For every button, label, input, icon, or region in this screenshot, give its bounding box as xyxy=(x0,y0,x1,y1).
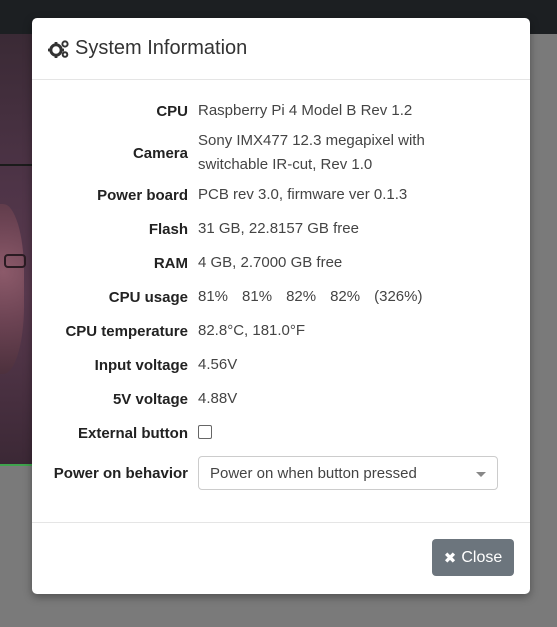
external-button-label: External button xyxy=(77,424,188,442)
cpu-total-usage: (326%) xyxy=(374,288,423,305)
row-power-board: Power board PCB rev 3.0, firmware ver 0.… xyxy=(32,178,530,212)
ram-value: 4 GB, 2.7000 GB free xyxy=(198,254,343,271)
row-cpu-temperature: CPU temperature 82.8°C, 181.0°F xyxy=(32,314,530,348)
flash-value: 31 GB, 22.8157 GB free xyxy=(198,220,359,237)
cpu-label: CPU xyxy=(156,102,188,120)
row-camera: Camera Sony IMX477 12.3 megapixel with s… xyxy=(32,128,530,178)
dialog-body: CPU Raspberry Pi 4 Model B Rev 1.2 Camer… xyxy=(32,80,530,496)
preview-divider xyxy=(0,164,34,166)
cpu-temperature-label: CPU temperature xyxy=(65,322,188,340)
close-button[interactable]: ✖ Close xyxy=(432,539,514,576)
cpu-core-1-usage: 81% xyxy=(198,288,229,305)
camera-value: Sony IMX477 12.3 megapixel with switchab… xyxy=(198,132,425,173)
flash-label: Flash xyxy=(148,220,188,238)
cpu-core-2-usage: 81% xyxy=(242,288,273,305)
gears-icon xyxy=(48,39,70,59)
preview-glasses xyxy=(4,254,26,268)
camera-label: Camera xyxy=(132,144,188,162)
power-on-behavior-select[interactable]: Power on when button pressed xyxy=(198,456,498,490)
close-button-label: Close xyxy=(461,548,503,566)
preview-subject xyxy=(0,204,24,374)
row-ram: RAM 4 GB, 2.7000 GB free xyxy=(32,246,530,280)
5v-voltage-value: 4.88V xyxy=(198,390,238,407)
power-on-behavior-label: Power on behavior xyxy=(53,464,188,482)
camera-preview xyxy=(0,34,34,466)
power-board-label: Power board xyxy=(97,186,188,204)
external-button-value xyxy=(198,421,212,445)
cpu-core-3-usage: 82% xyxy=(286,288,317,305)
cpu-temperature-value: 82.8°C, 181.0°F xyxy=(198,322,306,339)
dialog-header: System Information xyxy=(32,18,530,80)
power-on-behavior-selected: Power on when button pressed xyxy=(210,464,417,482)
dialog-footer: ✖ Close xyxy=(32,522,530,594)
input-voltage-value: 4.56V xyxy=(198,356,238,373)
system-information-dialog: System Information CPU Raspberry Pi 4 Mo… xyxy=(32,18,530,594)
cpu-core-4-usage: 82% xyxy=(330,288,361,305)
row-external-button: External button xyxy=(32,416,530,450)
page: System Information CPU Raspberry Pi 4 Mo… xyxy=(0,0,557,627)
power-board-value: PCB rev 3.0, firmware ver 0.1.3 xyxy=(198,186,408,203)
row-5v-voltage: 5V voltage 4.88V xyxy=(32,382,530,416)
preview-border xyxy=(0,464,34,466)
row-input-voltage: Input voltage 4.56V xyxy=(32,348,530,382)
row-power-on-behavior: Power on behavior Power on when button p… xyxy=(32,450,530,496)
cpu-usage-values: 81% 81% 82% 82% (326%) xyxy=(198,285,436,309)
5v-voltage-label: 5V voltage xyxy=(112,390,188,408)
chevron-down-icon xyxy=(476,472,486,477)
ram-label: RAM xyxy=(153,254,188,272)
row-flash: Flash 31 GB, 22.8157 GB free xyxy=(32,212,530,246)
dialog-title: System Information xyxy=(75,37,248,59)
close-icon: ✖ xyxy=(443,549,457,567)
row-cpu-usage: CPU usage 81% 81% 82% 82% (326%) xyxy=(32,280,530,314)
external-button-checkbox[interactable] xyxy=(198,425,212,440)
cpu-usage-label: CPU usage xyxy=(108,288,188,306)
cpu-value: Raspberry Pi 4 Model B Rev 1.2 xyxy=(198,102,413,119)
input-voltage-label: Input voltage xyxy=(94,356,188,374)
row-cpu: CPU Raspberry Pi 4 Model B Rev 1.2 xyxy=(32,94,530,128)
